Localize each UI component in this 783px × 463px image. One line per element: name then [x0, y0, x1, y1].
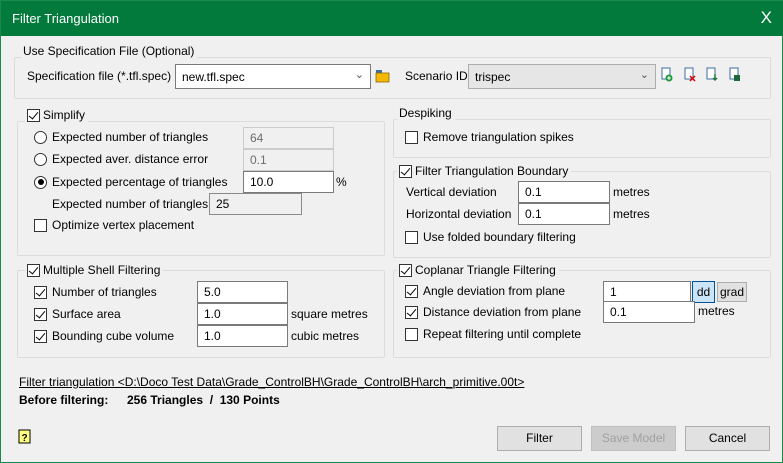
folder-open-icon[interactable]	[375, 68, 390, 83]
horizontal-unit: metres	[613, 207, 650, 221]
scenario-value: trispec	[475, 70, 511, 84]
radio-distance-error[interactable]: Expected aver. distance error	[34, 152, 208, 166]
checkbox-icon	[34, 307, 47, 321]
title-bar: Filter Triangulation X	[1, 1, 783, 36]
shell-row-triangles[interactable]: Number of triangles	[34, 285, 157, 299]
expected-triangles-label: Expected number of triangles	[52, 197, 209, 211]
simplify-checkbox[interactable]: Simplify	[25, 108, 89, 122]
dialog-window: Filter Triangulation X Use Specification…	[0, 0, 783, 463]
chevron-down-icon: ⌄	[354, 69, 364, 81]
angle-label: Angle deviation from plane	[423, 284, 566, 298]
distance-input[interactable]: 0.1	[603, 301, 695, 323]
radio-label: Expected number of triangles	[52, 130, 209, 144]
save-scenario-icon[interactable]	[729, 67, 741, 82]
save-model-button[interactable]: Save Model	[591, 426, 676, 451]
checkbox-icon	[399, 164, 412, 178]
distance-checkbox[interactable]: Distance deviation from plane	[405, 305, 581, 319]
boundary-checkbox[interactable]: Filter Triangulation Boundary	[397, 164, 572, 178]
percentage-input[interactable]: 10.0	[243, 171, 334, 193]
before-filtering-label: Before filtering:	[19, 393, 109, 407]
scenario-combo[interactable]: trispec ⌄	[468, 64, 656, 89]
scenario-label: Scenario ID	[405, 69, 468, 83]
checkbox-icon	[27, 108, 40, 122]
coplanar-checkbox[interactable]: Coplanar Triangle Filtering	[397, 263, 559, 277]
surface-input[interactable]: 1.0	[197, 303, 288, 325]
triangles-input[interactable]: 5.0	[197, 281, 288, 303]
horizontal-input[interactable]: 0.1	[518, 203, 610, 225]
folded-label: Use folded boundary filtering	[423, 230, 576, 244]
boundary-label: Filter Triangulation Boundary	[415, 164, 569, 178]
despiking-title: Despiking	[399, 106, 452, 120]
coplanar-label: Coplanar Triangle Filtering	[415, 263, 556, 277]
checkbox-icon	[399, 263, 412, 277]
percent-unit: %	[336, 175, 347, 189]
expected-number-input[interactable]: 64	[243, 127, 334, 149]
spec-file-combo[interactable]: new.tfl.spec ⌄	[175, 64, 371, 89]
vertical-label: Vertical deviation	[406, 185, 497, 199]
simplify-label: Simplify	[43, 108, 86, 122]
expected-triangles-value: 25	[209, 193, 302, 215]
help-icon[interactable]: ?	[18, 429, 32, 445]
vertical-unit: metres	[613, 185, 650, 199]
chevron-down-icon: ⌄	[639, 69, 649, 81]
checkbox-icon	[405, 230, 418, 244]
despiking-label: Despiking	[397, 106, 455, 120]
angle-input[interactable]: 1	[603, 281, 691, 303]
checkbox-icon	[34, 329, 47, 343]
row-label: Surface area	[52, 307, 121, 321]
shell-label: Multiple Shell Filtering	[43, 263, 161, 277]
dialog-title: Filter Triangulation	[12, 11, 119, 26]
distance-label: Distance deviation from plane	[423, 305, 582, 319]
checkbox-icon	[27, 263, 40, 277]
shell-row-surface[interactable]: Surface area	[34, 307, 121, 321]
radio-icon	[34, 175, 47, 189]
spec-group-title: Use Specification File (Optional)	[23, 44, 195, 58]
radio-label: Expected aver. distance error	[52, 152, 209, 166]
distance-unit: metres	[698, 304, 735, 318]
import-scenario-icon[interactable]	[706, 67, 718, 82]
checkbox-icon	[34, 285, 47, 299]
spec-file-label: Specification file (*.tfl.spec)	[27, 69, 172, 83]
checkbox-icon	[405, 305, 418, 319]
surface-unit: square metres	[291, 307, 368, 321]
radio-icon	[34, 152, 47, 166]
remove-spikes-checkbox[interactable]: Remove triangulation spikes	[405, 130, 574, 144]
svg-text:?: ?	[22, 433, 28, 444]
before-filtering-value: 256 Triangles / 130 Points	[127, 393, 280, 407]
radio-icon	[34, 130, 47, 144]
dd-unit-button[interactable]: dd	[692, 281, 715, 303]
vertical-input[interactable]: 0.1	[518, 181, 610, 203]
add-scenario-icon[interactable]	[661, 67, 673, 82]
distance-error-input[interactable]: 0.1	[243, 149, 334, 171]
checkbox-icon	[405, 130, 418, 144]
filter-button[interactable]: Filter	[497, 426, 582, 451]
checkbox-icon	[405, 327, 418, 341]
angle-checkbox[interactable]: Angle deviation from plane	[405, 284, 565, 298]
repeat-checkbox[interactable]: Repeat filtering until complete	[405, 327, 581, 341]
spec-file-value: new.tfl.spec	[182, 70, 245, 84]
row-label: Bounding cube volume	[52, 329, 175, 343]
radio-label: Expected percentage of triangles	[52, 175, 228, 189]
radio-percentage[interactable]: Expected percentage of triangles	[34, 175, 227, 189]
close-button[interactable]: X	[761, 8, 772, 28]
horizontal-label: Horizontal deviation	[406, 207, 512, 221]
checkbox-icon	[34, 218, 47, 232]
remove-spikes-label: Remove triangulation spikes	[423, 130, 574, 144]
grad-unit-button[interactable]: grad	[717, 282, 747, 302]
delete-scenario-icon[interactable]	[684, 67, 696, 82]
folded-checkbox[interactable]: Use folded boundary filtering	[405, 230, 576, 244]
cancel-button[interactable]: Cancel	[685, 426, 770, 451]
optimize-label: Optimize vertex placement	[52, 218, 195, 232]
spec-group-label: Use Specification File (Optional)	[21, 44, 198, 58]
row-label: Number of triangles	[52, 285, 157, 299]
repeat-label: Repeat filtering until complete	[423, 327, 582, 341]
triangulation-link[interactable]: Filter triangulation <D:\Doco Test Data\…	[19, 375, 524, 389]
volume-unit: cubic metres	[291, 329, 360, 343]
volume-input[interactable]: 1.0	[197, 325, 288, 347]
checkbox-icon	[405, 284, 418, 298]
radio-expected-number[interactable]: Expected number of triangles	[34, 130, 208, 144]
optimize-checkbox[interactable]: Optimize vertex placement	[34, 218, 194, 232]
shell-row-volume[interactable]: Bounding cube volume	[34, 329, 174, 343]
shell-checkbox[interactable]: Multiple Shell Filtering	[25, 263, 164, 277]
